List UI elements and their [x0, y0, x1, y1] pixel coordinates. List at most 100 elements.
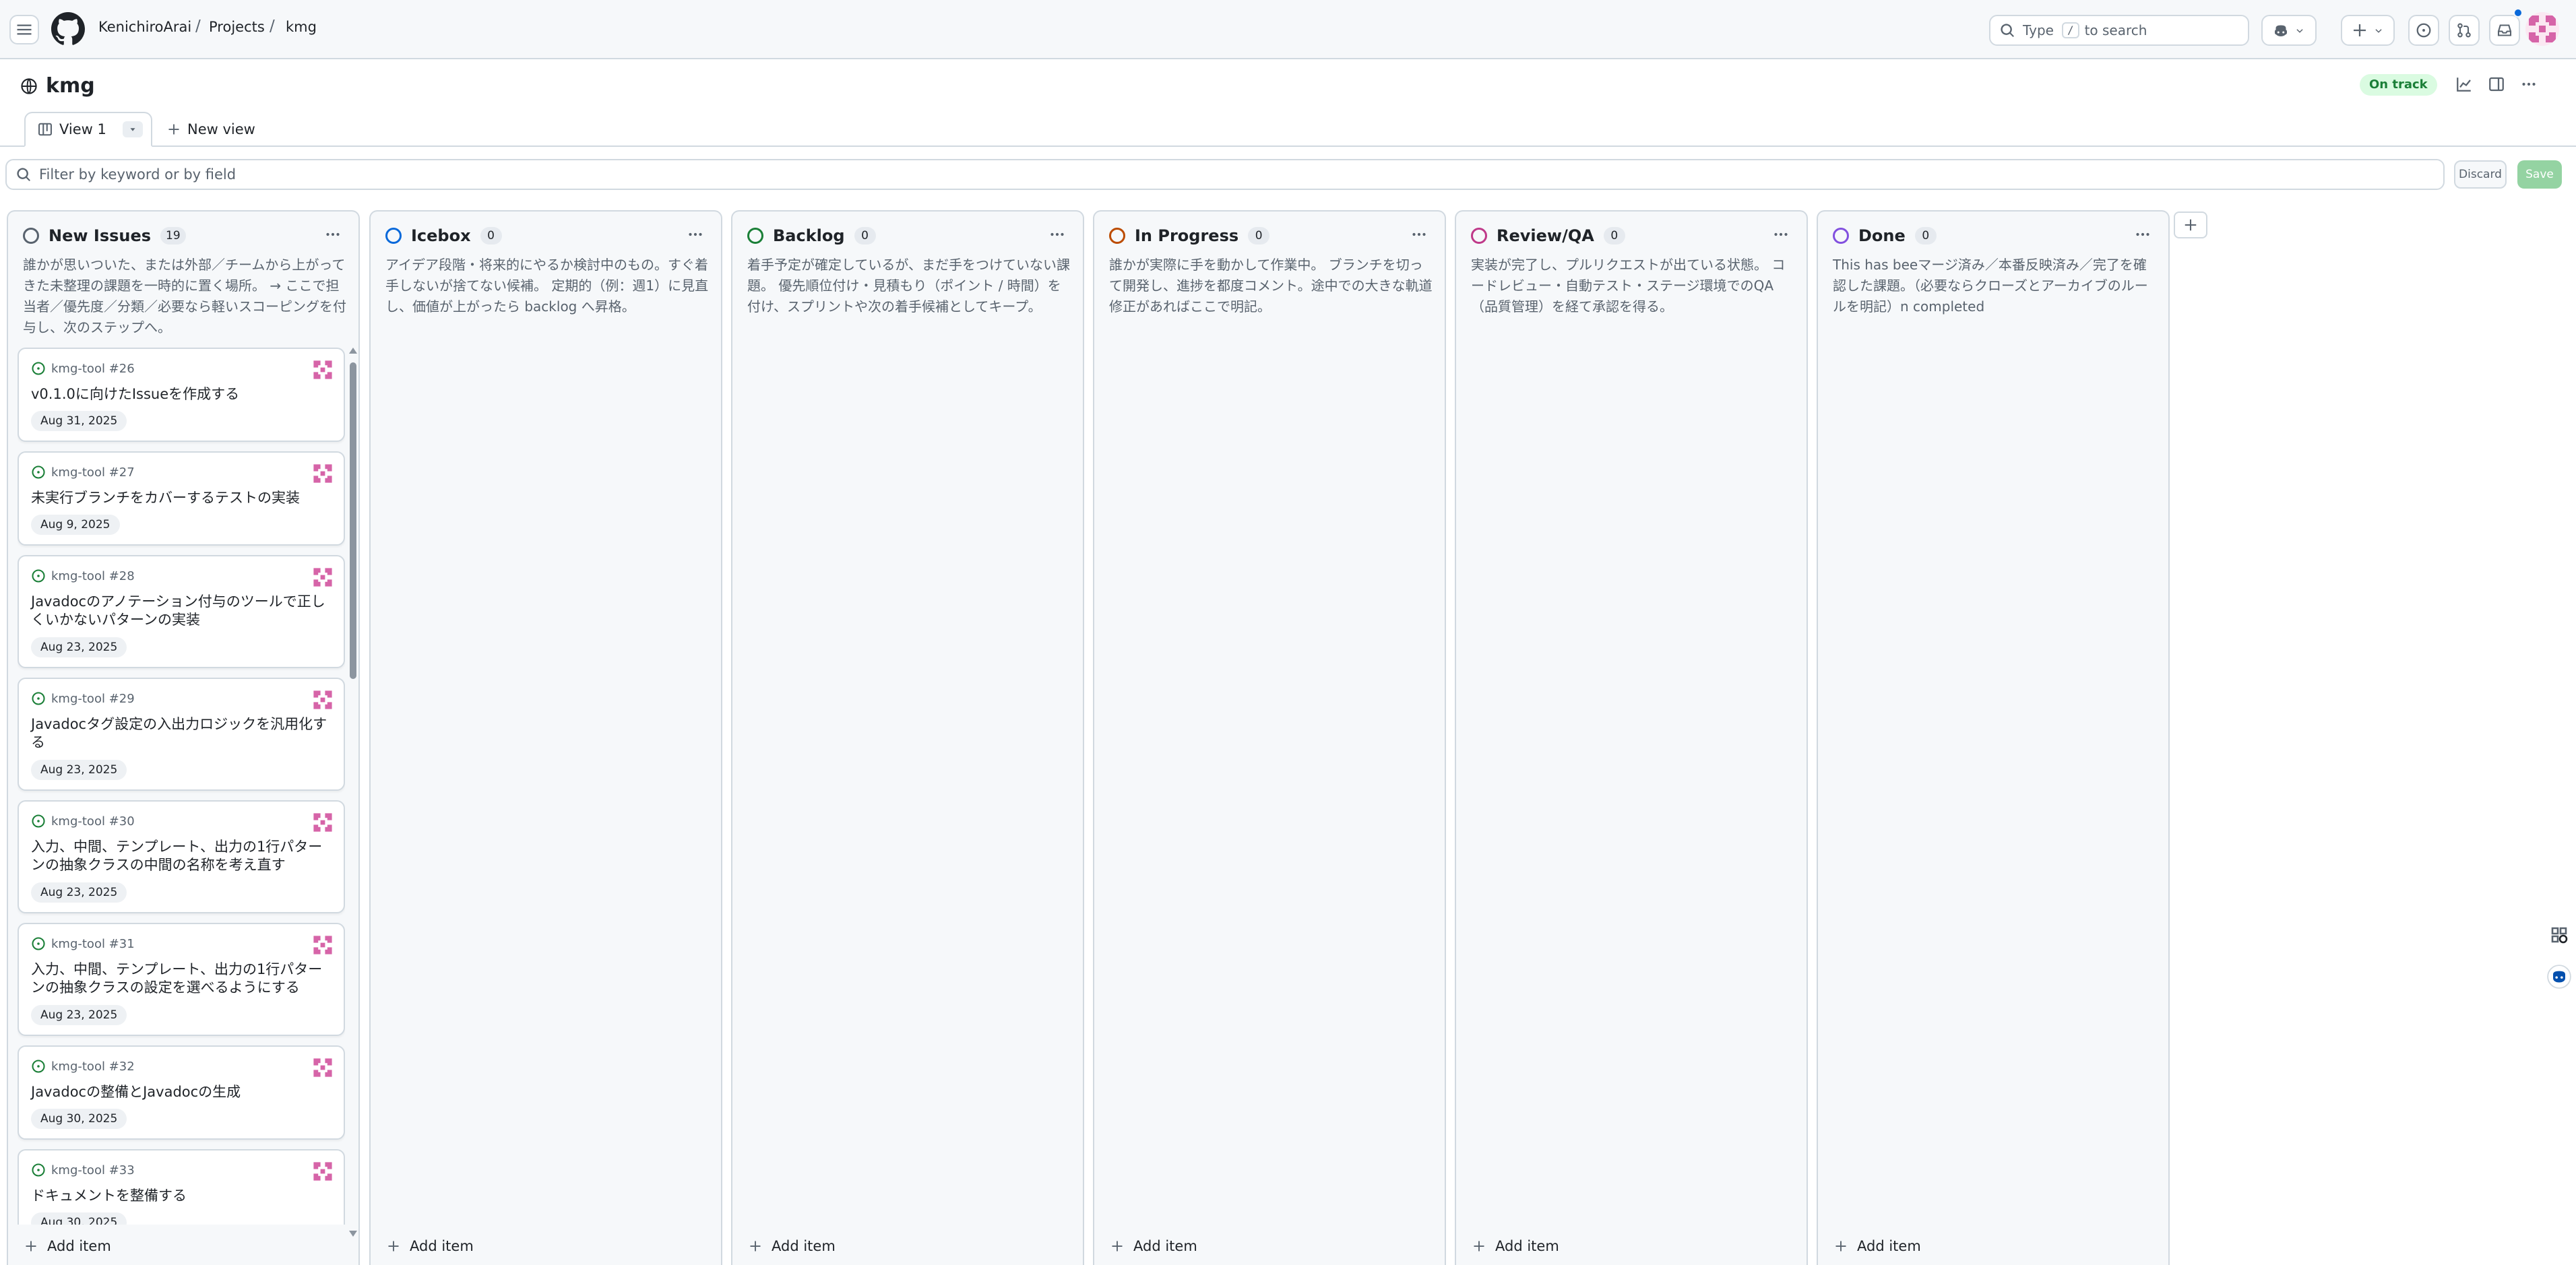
add-item-button[interactable]: Add item: [1472, 1227, 1559, 1265]
insights-button[interactable]: [2450, 70, 2478, 98]
column-review-qa: Review/QA 0 実装が完了し、プルリクエストが出ている状態。 コードレビ…: [1455, 210, 1808, 1265]
assignee-avatar[interactable]: [311, 1056, 334, 1079]
issue-title[interactable]: 未実行ブランチをカバーするテストの実装: [31, 489, 327, 507]
status-circle-icon: [1471, 228, 1487, 244]
assignee-avatar[interactable]: [311, 811, 334, 834]
github-logo-icon[interactable]: [51, 12, 85, 46]
column-menu-button[interactable]: [2131, 222, 2155, 247]
user-avatar[interactable]: [2525, 12, 2559, 46]
create-new-button[interactable]: [2341, 15, 2395, 46]
issue-ref[interactable]: kmg-tool #31: [51, 937, 135, 951]
issues-button[interactable]: [2408, 15, 2439, 46]
issue-ref[interactable]: kmg-tool #28: [51, 569, 135, 583]
copilot-icon: [2275, 25, 2287, 36]
column-backlog: Backlog 0 着手予定が確定しているが、まだ手をつけていない課題。 優先順…: [731, 210, 1084, 1265]
column-count: 0: [1248, 227, 1270, 245]
column-count: 0: [854, 227, 876, 245]
tab-view-1[interactable]: View 1: [24, 112, 152, 147]
kebab-horizontal-icon: [2136, 232, 2149, 236]
column-menu-button[interactable]: [683, 222, 708, 247]
add-item-button[interactable]: Add item: [1110, 1227, 1197, 1265]
plus-icon: [750, 1241, 761, 1252]
issue-card[interactable]: kmg-tool #27 未実行ブランチをカバーするテストの実装 Aug 9, …: [18, 451, 345, 546]
column-menu-button[interactable]: [1407, 222, 1431, 247]
issue-ref[interactable]: kmg-tool #29: [51, 692, 135, 706]
issue-title[interactable]: ドキュメントを整備する: [31, 1187, 327, 1205]
assignee-avatar[interactable]: [311, 688, 334, 711]
issue-opened-icon: [2416, 23, 2431, 38]
inbox-icon: [2497, 24, 2512, 36]
inbox-button[interactable]: [2489, 15, 2520, 46]
issue-ref[interactable]: kmg-tool #26: [51, 362, 135, 376]
issue-card[interactable]: kmg-tool #28 Javadocのアノテーション付与のツールで正しくいか…: [18, 555, 345, 668]
breadcrumb-project[interactable]: kmg: [286, 19, 317, 35]
status-badge[interactable]: On track: [2360, 74, 2437, 96]
issue-title[interactable]: v0.1.0に向けたIssueを作成する: [31, 385, 327, 403]
status-circle-icon: [385, 228, 402, 244]
plus-icon: [2354, 24, 2366, 36]
issue-title[interactable]: 入力、中間、テンプレート、出力の1行パターンの抽象クラスの中間の名称を考え直す: [31, 838, 327, 874]
discard-button[interactable]: Discard: [2454, 160, 2507, 189]
add-item-label: Add item: [772, 1238, 836, 1254]
assignee-avatar[interactable]: [311, 462, 334, 485]
breadcrumb-projects[interactable]: Projects: [209, 19, 265, 35]
scrollbar-thumb[interactable]: [350, 362, 356, 679]
column-menu-button[interactable]: [1045, 222, 1069, 247]
hamburger-icon: [17, 24, 32, 35]
graph-icon: [2457, 77, 2471, 92]
issue-card[interactable]: kmg-tool #32 Javadocの整備とJavadocの生成 Aug 3…: [18, 1045, 345, 1140]
add-item-button[interactable]: Add item: [24, 1227, 111, 1265]
status-circle-icon: [23, 228, 39, 244]
issue-title[interactable]: Javadocタグ設定の入出力ロジックを汎用化する: [31, 715, 327, 752]
filter-input[interactable]: Filter by keyword or by field: [5, 159, 2445, 190]
assignee-avatar[interactable]: [311, 934, 334, 956]
column-scrollbar[interactable]: [348, 348, 358, 1237]
issue-opened-icon: [32, 1163, 45, 1177]
scroll-down-icon[interactable]: [349, 1231, 357, 1237]
column-title: Backlog: [773, 226, 845, 245]
triangle-down-icon: [130, 128, 135, 131]
column-title: New Issues: [49, 226, 152, 245]
breadcrumb-owner[interactable]: KenichiroArai: [98, 19, 191, 35]
issue-ref[interactable]: kmg-tool #30: [51, 814, 135, 829]
issue-card[interactable]: kmg-tool #31 入力、中間、テンプレート、出力の1行パターンの抽象クラ…: [18, 923, 345, 1036]
issue-card[interactable]: kmg-tool #29 Javadocタグ設定の入出力ロジックを汎用化する A…: [18, 678, 345, 791]
kebab-horizontal-icon: [689, 232, 702, 236]
view-options-button[interactable]: [123, 121, 143, 137]
column-menu-button[interactable]: [1769, 222, 1793, 247]
menu-button[interactable]: [9, 15, 39, 44]
project-menu-button[interactable]: [2515, 70, 2543, 98]
scroll-up-icon[interactable]: [349, 348, 357, 354]
side-panel-button[interactable]: [2482, 70, 2511, 98]
issue-ref[interactable]: kmg-tool #33: [51, 1163, 135, 1177]
new-view-button[interactable]: New view: [167, 112, 255, 147]
issue-opened-icon: [32, 362, 45, 375]
assignee-avatar[interactable]: [311, 358, 334, 381]
add-item-button[interactable]: Add item: [1834, 1227, 1921, 1265]
copilot-button[interactable]: [2261, 15, 2317, 46]
add-item-button[interactable]: Add item: [387, 1227, 474, 1265]
save-button[interactable]: Save: [2517, 160, 2562, 189]
search-suffix: to search: [2084, 22, 2147, 38]
column-count: 0: [1914, 227, 1937, 245]
column-description: This has beeマージ済み／本番反映済み／完了を確認した課題。（必要なら…: [1833, 257, 2148, 315]
copilot-chat-icon[interactable]: [2546, 963, 2573, 990]
issue-title[interactable]: 入力、中間、テンプレート、出力の1行パターンの抽象クラスの設定を選べるようにする: [31, 961, 327, 997]
issue-ref[interactable]: kmg-tool #32: [51, 1060, 135, 1074]
pull-requests-button[interactable]: [2449, 15, 2480, 46]
issue-ref[interactable]: kmg-tool #27: [51, 465, 135, 480]
search-input[interactable]: Type / to search: [1989, 15, 2249, 46]
issue-title[interactable]: Javadocの整備とJavadocの生成: [31, 1083, 327, 1101]
global-header: KenichiroArai / Projects / kmg Type / to…: [0, 0, 2576, 59]
column-title: Icebox: [411, 226, 471, 245]
assignee-avatar[interactable]: [311, 1160, 334, 1183]
add-column-button[interactable]: [2174, 212, 2207, 238]
assignee-avatar[interactable]: [311, 566, 334, 589]
issue-title[interactable]: Javadocのアノテーション付与のツールで正しくいかないパターンの実装: [31, 593, 327, 629]
column-menu-button[interactable]: [321, 222, 345, 247]
accessibility-icon[interactable]: [2546, 921, 2573, 948]
issue-card[interactable]: kmg-tool #26 v0.1.0に向けたIssueを作成する Aug 31…: [18, 348, 345, 442]
issue-card[interactable]: kmg-tool #30 入力、中間、テンプレート、出力の1行パターンの抽象クラ…: [18, 800, 345, 913]
issue-card[interactable]: kmg-tool #33 ドキュメントを整備する Aug 30, 2025: [18, 1149, 345, 1225]
add-item-button[interactable]: Add item: [749, 1227, 836, 1265]
